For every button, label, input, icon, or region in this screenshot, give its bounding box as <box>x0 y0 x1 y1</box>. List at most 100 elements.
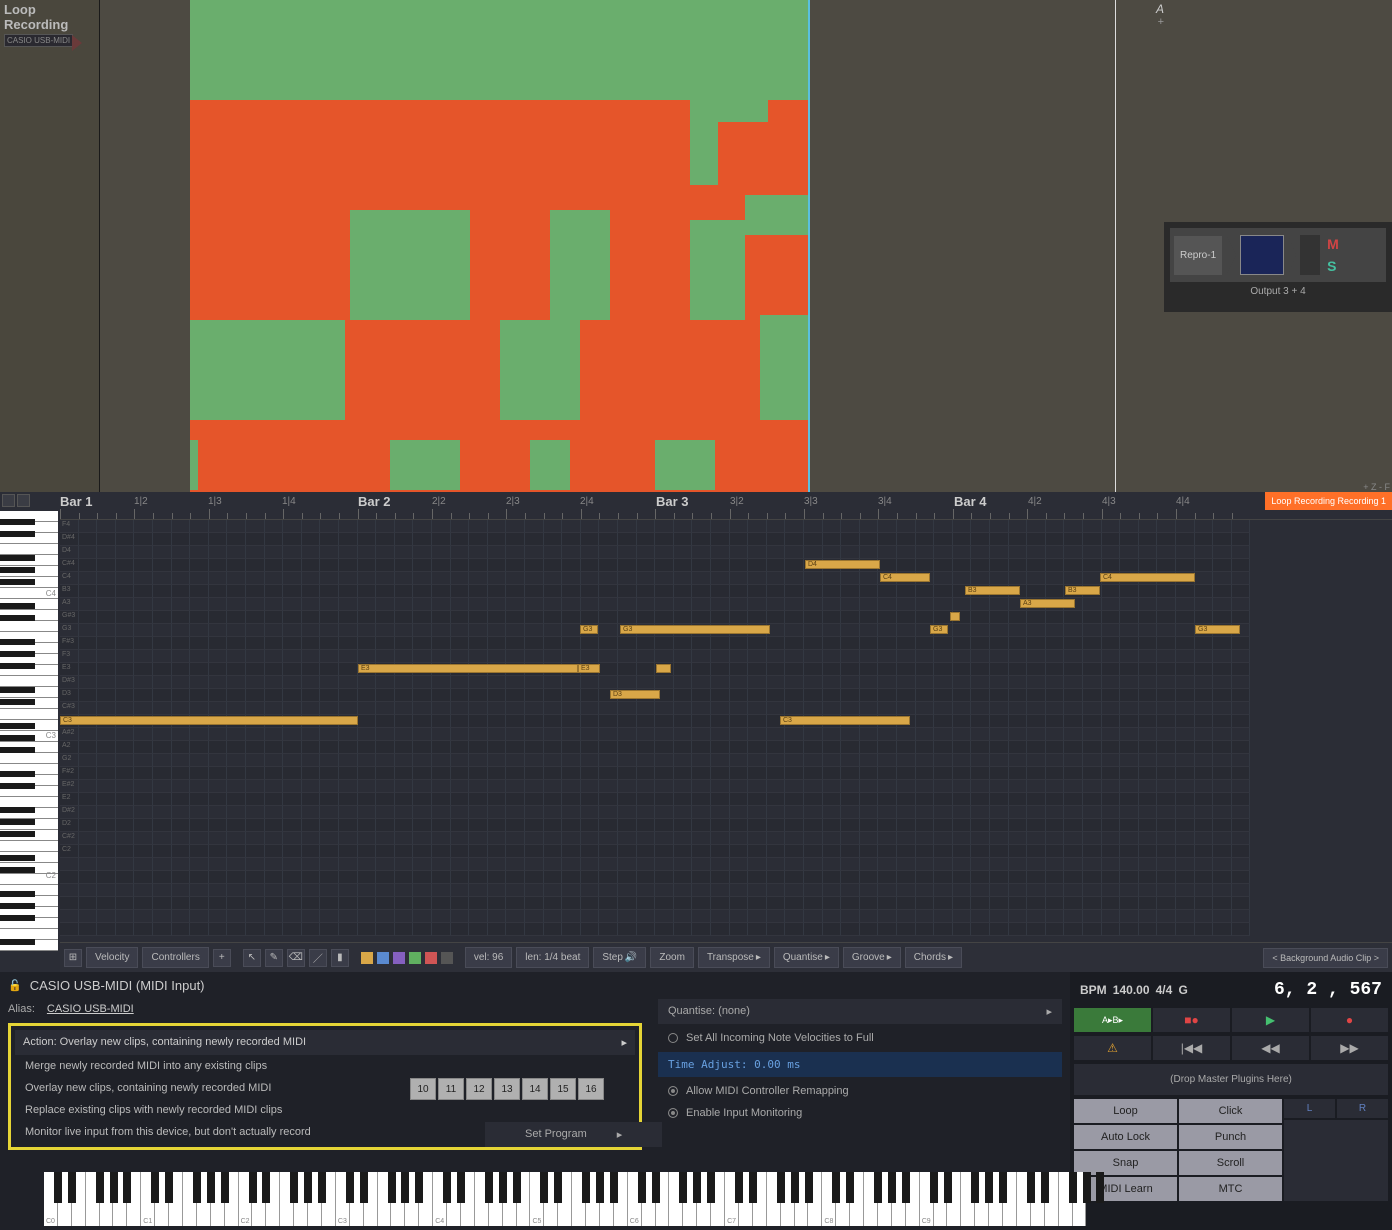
midi-note[interactable]: C4 <box>1100 573 1195 582</box>
scroll-button[interactable]: Scroll <box>1179 1151 1282 1175</box>
opt-controller-remap[interactable]: Allow MIDI Controller Remapping <box>658 1080 1062 1102</box>
zoom-fit-controls[interactable]: + Z - F <box>1363 482 1390 492</box>
quantise-menu[interactable]: Quantise ▸ <box>774 947 839 968</box>
pencil-tool-icon[interactable]: ✎ <box>265 949 283 967</box>
midi-note[interactable]: G3 <box>620 625 770 634</box>
color-swatch[interactable] <box>425 952 437 964</box>
quantise-selector[interactable]: Quantise: (none)▸ <box>658 999 1062 1024</box>
close-icon[interactable] <box>2 494 15 507</box>
line-tool-icon[interactable]: ／ <box>309 949 327 967</box>
transpose-menu[interactable]: Transpose ▸ <box>698 947 770 968</box>
velocity-value[interactable]: vel: 96 <box>465 947 512 968</box>
midi-input-chip[interactable]: CASIO USB-MIDI <box>4 34 73 47</box>
warning-icon[interactable]: ⚠ <box>1074 1036 1151 1060</box>
add-marker-icon[interactable]: + <box>1158 16 1164 28</box>
add-controller-icon[interactable]: + <box>213 949 231 967</box>
mtc-button[interactable]: MTC <box>1179 1177 1282 1201</box>
midi-note[interactable]: E3 <box>358 664 578 673</box>
paint-tool-icon[interactable]: ▮ <box>331 949 349 967</box>
time-adjust[interactable]: Time Adjust: 0.00 ms <box>658 1052 1062 1077</box>
alias-value[interactable]: CASIO USB-MIDI <box>47 1003 134 1015</box>
midi-note[interactable]: G3 <box>930 625 948 634</box>
opt-velocities-full[interactable]: Set All Incoming Note Velocities to Full <box>658 1027 1062 1049</box>
midi-note[interactable]: B3 <box>965 586 1020 595</box>
note-length[interactable]: len: 1/4 beat <box>516 947 589 968</box>
record-button[interactable]: ■● <box>1153 1008 1230 1032</box>
timeline-ruler[interactable]: Bar 1 Bar 2 Bar 3 Bar 4 const subs=["1|2… <box>60 492 1392 520</box>
punch-button[interactable]: Punch <box>1179 1125 1282 1149</box>
controllers-tab[interactable]: Controllers <box>142 947 208 968</box>
piano-ruler[interactable]: document.write(Array.from({length:40},(_… <box>0 511 58 951</box>
midi-note[interactable]: D3 <box>610 690 660 699</box>
color-swatch[interactable] <box>377 952 389 964</box>
expand-icon[interactable]: ⊞ <box>64 949 82 967</box>
channel-btn[interactable]: 15 <box>550 1078 576 1100</box>
marker-a[interactable]: A <box>1156 2 1164 16</box>
eraser-tool-icon[interactable]: ⌫ <box>287 949 305 967</box>
color-swatch[interactable] <box>441 952 453 964</box>
action-option-merge[interactable]: Merge newly recorded MIDI into any exist… <box>15 1055 635 1077</box>
color-swatch[interactable] <box>393 952 405 964</box>
click-button[interactable]: Click <box>1179 1099 1282 1123</box>
rewind-start-button[interactable]: |◀◀ <box>1153 1036 1230 1060</box>
position-display[interactable]: 6, 2 , 567 <box>1274 980 1382 1000</box>
mute-button[interactable]: M <box>1324 234 1342 254</box>
channel-btn[interactable]: 10 <box>410 1078 436 1100</box>
background-clip-selector[interactable]: < Background Audio Clip > <box>1263 948 1388 968</box>
autolock-button[interactable]: Auto Lock <box>1074 1125 1177 1149</box>
note-grid[interactable]: for(let r=0;r<32;r++)for(let c=0;c<64;c+… <box>60 520 1392 942</box>
groove-menu[interactable]: Groove ▸ <box>843 947 901 968</box>
playhead[interactable] <box>1115 0 1116 492</box>
midi-note[interactable]: G3 <box>580 625 598 634</box>
timesig[interactable]: 4/4 <box>1156 983 1173 997</box>
set-program-menu[interactable]: Set Program ▸ <box>485 1122 662 1147</box>
midi-note[interactable]: G3 <box>1195 625 1240 634</box>
forward-button[interactable]: ▶▶ <box>1311 1036 1388 1060</box>
clip-name[interactable]: Loop Recording Recording 1 <box>1265 492 1392 510</box>
color-swatch[interactable] <box>409 952 421 964</box>
midi-note[interactable]: D4 <box>805 560 880 569</box>
left-meter[interactable]: L <box>1284 1099 1335 1118</box>
midi-note[interactable]: B3 <box>1065 586 1100 595</box>
channel-btn[interactable]: 11 <box>438 1078 464 1100</box>
action-option-replace[interactable]: Replace existing clips with newly record… <box>15 1099 635 1121</box>
rewind-button[interactable]: ◀◀ <box>1232 1036 1309 1060</box>
plugin-slot[interactable]: Repro-1 M S <box>1170 228 1386 282</box>
zoom-button[interactable]: Zoom <box>650 947 694 968</box>
track-header[interactable]: Loop Recording CASIO USB-MIDI <box>0 0 100 492</box>
play-button[interactable]: ▶ <box>1232 1008 1309 1032</box>
midi-note[interactable]: C3 <box>60 716 358 725</box>
plugin-name[interactable]: Repro-1 <box>1174 236 1222 275</box>
loop-button[interactable]: Loop <box>1074 1099 1177 1123</box>
midi-note[interactable] <box>950 612 960 621</box>
midi-note[interactable]: C3 <box>780 716 910 725</box>
plugin-thumbnail[interactable] <box>1240 235 1284 275</box>
ab-loop-button[interactable]: A▸B▸ <box>1074 1008 1151 1032</box>
channel-btn[interactable]: 16 <box>578 1078 604 1100</box>
right-meter[interactable]: R <box>1337 1099 1388 1118</box>
key[interactable]: G <box>1178 983 1187 997</box>
velocity-tab[interactable]: Velocity <box>86 947 138 968</box>
midi-note[interactable]: E3 <box>578 664 600 673</box>
midi-note[interactable] <box>656 664 671 673</box>
midi-note[interactable]: A3 <box>1020 599 1075 608</box>
plugin-output-label[interactable]: Output 3 + 4 <box>1170 286 1386 297</box>
solo-button[interactable]: S <box>1324 256 1342 276</box>
master-plugins-drop[interactable]: (Drop Master Plugins Here) <box>1074 1064 1388 1095</box>
piano-widget[interactable]: for(let i=0;i<75;i++)document.write('<di… <box>44 1172 1084 1226</box>
midi-note[interactable]: C4 <box>880 573 930 582</box>
pointer-tool-icon[interactable]: ↖ <box>243 949 261 967</box>
channel-btn[interactable]: 12 <box>466 1078 492 1100</box>
bpm-value[interactable]: 140.00 <box>1113 983 1150 997</box>
chords-menu[interactable]: Chords ▸ <box>905 947 962 968</box>
channel-btn[interactable]: 13 <box>494 1078 520 1100</box>
color-swatch[interactable] <box>361 952 373 964</box>
lock-icon[interactable]: 🔓 <box>8 979 22 992</box>
step-mode[interactable]: Step 🔊 <box>593 947 646 968</box>
arrange-clip-area[interactable]: A + Repro-1 M S Output 3 + 4 + Z - F <box>100 0 1392 492</box>
opt-input-monitoring[interactable]: Enable Input Monitoring <box>658 1102 1062 1124</box>
record-arm-button[interactable]: ● <box>1311 1008 1388 1032</box>
lock-icon[interactable] <box>17 494 30 507</box>
channel-btn[interactable]: 14 <box>522 1078 548 1100</box>
action-current[interactable]: Action: Overlay new clips, containing ne… <box>15 1030 635 1055</box>
